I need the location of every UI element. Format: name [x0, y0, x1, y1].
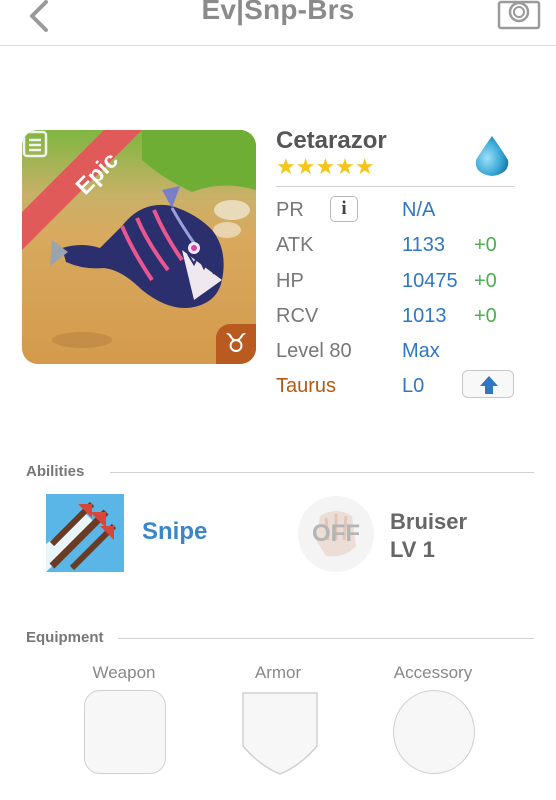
- page-title: Ev|Snp-Brs: [201, 0, 355, 25]
- weapon-label: Weapon: [92, 663, 156, 682]
- atk-plus: +0: [474, 234, 497, 256]
- leader-skill-status: OFF: [312, 520, 360, 547]
- divider: [110, 472, 534, 473]
- monster-portrait[interactable]: Epic ♉: [22, 130, 256, 364]
- active-skill-name[interactable]: Snipe: [142, 518, 207, 546]
- camera-icon: [497, 0, 541, 30]
- notes-icon[interactable]: [22, 130, 48, 158]
- leader-skill-level: LV 1: [390, 537, 435, 562]
- leader-skill-name: Bruiser LV 1: [390, 508, 467, 564]
- snipe-arrows-icon: [46, 494, 124, 572]
- accessory-slot[interactable]: [393, 690, 475, 774]
- water-drop-icon: [475, 136, 509, 176]
- arrow-up-icon: [480, 376, 498, 394]
- equipment-title: Equipment: [26, 629, 104, 646]
- taurus-icon: ♉: [216, 324, 256, 364]
- camera-button[interactable]: [496, 0, 542, 30]
- active-skill-button[interactable]: [46, 494, 124, 572]
- hp-plus: +0: [474, 270, 497, 292]
- weapon-slot[interactable]: [84, 690, 166, 774]
- accessory-label: Accessory: [393, 663, 473, 682]
- armor-label: Armor: [254, 663, 302, 682]
- level-label: Level 80: [276, 340, 352, 362]
- divider: [276, 186, 514, 187]
- sign-level-value: L0: [402, 375, 425, 397]
- monster-name: Cetarazor: [276, 127, 387, 154]
- divider: [118, 638, 534, 639]
- star-rating: ★★★★★: [276, 155, 375, 180]
- leader-skill-title: Bruiser: [390, 509, 468, 534]
- rcv-label: RCV: [276, 305, 319, 327]
- level-value: Max: [402, 340, 440, 362]
- sign-label: Taurus: [276, 375, 337, 397]
- pr-value: N/A: [402, 199, 436, 221]
- abilities-title: Abilities: [26, 463, 85, 480]
- top-bar: Ev|Snp-Brs: [0, 0, 556, 46]
- hp-label: HP: [276, 270, 304, 292]
- atk-label: ATK: [276, 234, 314, 256]
- hp-value: 10475: [402, 270, 458, 292]
- pr-label: PR: [276, 199, 304, 221]
- atk-value: 1133: [402, 234, 446, 256]
- upgrade-button[interactable]: [462, 370, 514, 398]
- rcv-plus: +0: [474, 305, 497, 327]
- rcv-value: 1013: [402, 305, 447, 327]
- info-icon[interactable]: i: [330, 196, 358, 222]
- armor-slot[interactable]: [240, 690, 320, 776]
